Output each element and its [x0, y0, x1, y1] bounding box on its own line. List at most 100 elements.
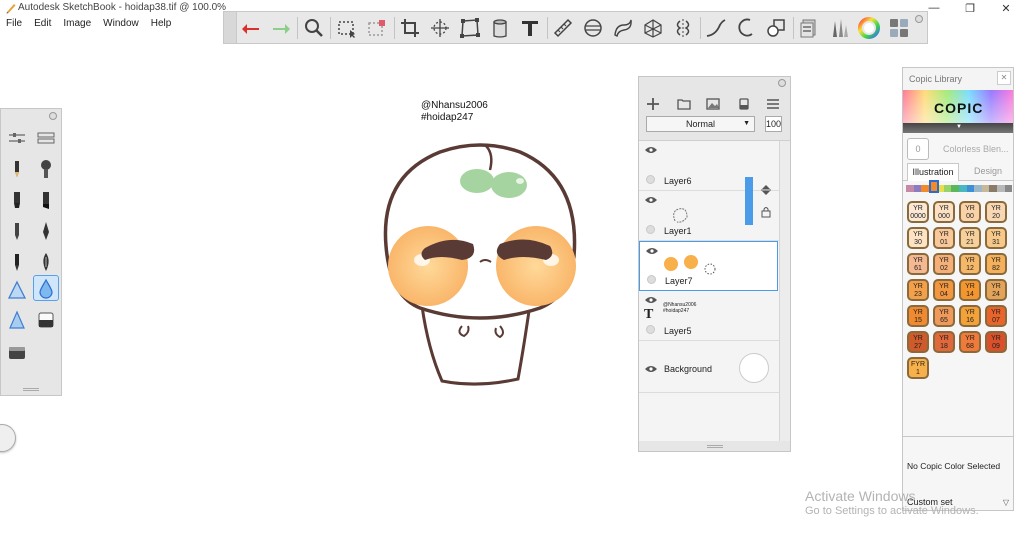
- shape-icon[interactable]: [763, 15, 789, 41]
- text-icon[interactable]: [517, 15, 543, 41]
- symmetry-icon[interactable]: [670, 15, 696, 41]
- toolbar-close-button[interactable]: [915, 15, 923, 23]
- copic-swatch[interactable]: YR 20: [985, 201, 1007, 223]
- close-button[interactable]: ✕: [988, 0, 1024, 16]
- ruler-icon[interactable]: [550, 15, 576, 41]
- layer-lock-toggle[interactable]: [647, 275, 656, 284]
- visibility-eye-icon[interactable]: [645, 146, 657, 154]
- brush-palette-close-button[interactable]: [49, 112, 57, 120]
- copic-swatch[interactable]: YR 01: [933, 227, 955, 249]
- layer-editor-grip[interactable]: [707, 445, 723, 448]
- lasso-icon[interactable]: [364, 15, 390, 41]
- copic-swatch[interactable]: YR 31: [985, 227, 1007, 249]
- marker-brush-icon[interactable]: [4, 187, 30, 213]
- copic-swatch[interactable]: YR 07: [985, 305, 1007, 327]
- brush-properties-icon[interactable]: [4, 125, 30, 151]
- select-icon[interactable]: [334, 15, 360, 41]
- copic-swatch[interactable]: YR 0000: [907, 201, 929, 223]
- brush-library-panel-icon[interactable]: [33, 125, 59, 151]
- color-family-chip[interactable]: [951, 185, 960, 192]
- transform-icon[interactable]: [427, 15, 453, 41]
- calligraphy-pen-icon[interactable]: [33, 249, 59, 275]
- crop-icon[interactable]: [397, 15, 423, 41]
- perspective-icon[interactable]: [640, 15, 666, 41]
- color-family-chip[interactable]: [989, 185, 997, 192]
- layer-row[interactable]: T @Nhansu2006 #hoidap247 Layer5: [639, 291, 779, 341]
- color-family-strip[interactable]: [906, 183, 1013, 195]
- french-curve-icon[interactable]: [610, 15, 636, 41]
- menu-help[interactable]: Help: [145, 17, 178, 33]
- color-family-chip[interactable]: [966, 185, 975, 192]
- maximize-button[interactable]: ❐: [952, 0, 988, 16]
- copic-swatch[interactable]: YR 21: [959, 227, 981, 249]
- pencil-brush-icon[interactable]: [4, 156, 30, 182]
- hard-eraser-icon[interactable]: [4, 339, 30, 365]
- visibility-eye-icon[interactable]: [645, 296, 657, 304]
- copic-swatch[interactable]: YR 14: [959, 279, 981, 301]
- color-family-chip[interactable]: [959, 185, 967, 192]
- color-family-chip[interactable]: [981, 185, 990, 192]
- tab-illustration[interactable]: Illustration: [907, 163, 959, 181]
- ink-pen-icon[interactable]: [33, 218, 59, 244]
- clear-layer-icon[interactable]: [735, 95, 753, 113]
- menu-edit[interactable]: Edit: [28, 17, 57, 33]
- copic-swatch[interactable]: YR 18: [933, 331, 955, 353]
- undo-icon[interactable]: [238, 15, 264, 41]
- copic-swatch[interactable]: YR 24: [985, 279, 1007, 301]
- color-family-chip[interactable]: [913, 185, 922, 192]
- layer-row[interactable]: Layer6: [639, 141, 779, 191]
- visibility-eye-icon[interactable]: [646, 247, 658, 255]
- triangle-brush-icon[interactable]: [4, 307, 30, 333]
- toolbar-grip[interactable]: [224, 12, 237, 43]
- layer-lock-toggle[interactable]: [646, 175, 655, 184]
- brush-puck[interactable]: [0, 424, 16, 452]
- color-family-chip[interactable]: [943, 185, 952, 192]
- menu-image[interactable]: Image: [57, 17, 97, 33]
- color-family-chip[interactable]: [996, 185, 1005, 192]
- layer-lock-toggle[interactable]: [646, 225, 655, 234]
- layer-drag-handle[interactable]: [745, 177, 753, 225]
- distort-icon[interactable]: [457, 15, 483, 41]
- copic-collapse-bar[interactable]: ▼: [903, 123, 1013, 133]
- chevron-down-icon[interactable]: ▽: [1003, 498, 1009, 507]
- steady-stroke-icon[interactable]: [703, 15, 729, 41]
- color-family-chip[interactable]: [1004, 185, 1013, 192]
- copic-swatch[interactable]: YR 65: [933, 305, 955, 327]
- fineliner-icon[interactable]: [4, 249, 30, 275]
- copic-swatch[interactable]: YR 04: [933, 279, 955, 301]
- brush-palette-grip[interactable]: [23, 388, 39, 391]
- layer-row[interactable]: Layer1: [639, 191, 779, 241]
- copic-close-button[interactable]: ✕: [997, 71, 1011, 85]
- copic-swatch[interactable]: YR 27: [907, 331, 929, 353]
- copic-swatch[interactable]: YR 68: [959, 331, 981, 353]
- color-wheel-icon[interactable]: [856, 15, 882, 41]
- visibility-eye-icon[interactable]: [645, 196, 657, 204]
- eraser-icon[interactable]: [33, 307, 59, 333]
- blender-brush-icon[interactable]: [33, 275, 59, 301]
- paint-brush-icon[interactable]: [4, 277, 30, 303]
- copic-swatch[interactable]: YR 15: [907, 305, 929, 327]
- layer-scrollbar[interactable]: [779, 141, 790, 441]
- predictive-icon[interactable]: [733, 15, 759, 41]
- copic-swatch[interactable]: YR 000: [933, 201, 955, 223]
- layer-lock-toggle[interactable]: [646, 325, 655, 334]
- add-image-icon[interactable]: [704, 95, 722, 113]
- copic-swatch[interactable]: YR 82: [985, 253, 1007, 275]
- chisel-marker-icon[interactable]: [33, 187, 59, 213]
- menu-window[interactable]: Window: [97, 17, 145, 33]
- move-layer-icon[interactable]: [759, 183, 773, 197]
- layer-options-icon[interactable]: [759, 205, 773, 219]
- copic-swatch[interactable]: YR 61: [907, 253, 929, 275]
- zoom-icon[interactable]: [301, 15, 327, 41]
- layer-editor-close-button[interactable]: [778, 79, 786, 87]
- color-family-chip[interactable]: [921, 185, 929, 192]
- layer-menu-icon[interactable]: [764, 95, 782, 113]
- copic-icon[interactable]: [796, 15, 822, 41]
- background-layer-row[interactable]: Background: [639, 345, 779, 393]
- blend-mode-select[interactable]: Normal ▼: [646, 116, 755, 132]
- ballpoint-pen-icon[interactable]: [4, 218, 30, 244]
- layout-icon[interactable]: [886, 15, 912, 41]
- menu-file[interactable]: File: [0, 17, 28, 33]
- copic-swatch[interactable]: YR 12: [959, 253, 981, 275]
- airbrush-icon[interactable]: [33, 156, 59, 182]
